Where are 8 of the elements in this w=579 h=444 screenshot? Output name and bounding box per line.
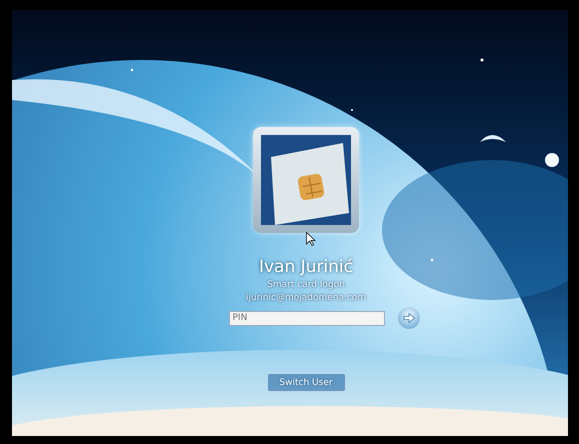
user-name: Ivan Jurinić [258, 257, 353, 277]
pin-field[interactable]: PIN [228, 310, 384, 326]
arrow-icon [402, 313, 414, 323]
logon-method: Smart card logon [267, 280, 345, 290]
smart-card-icon [261, 135, 351, 225]
user-email: ijurinic@mojadomena.com [246, 293, 366, 303]
switch-user-button[interactable]: Switch User [266, 373, 346, 392]
cursor-icon [306, 232, 316, 246]
